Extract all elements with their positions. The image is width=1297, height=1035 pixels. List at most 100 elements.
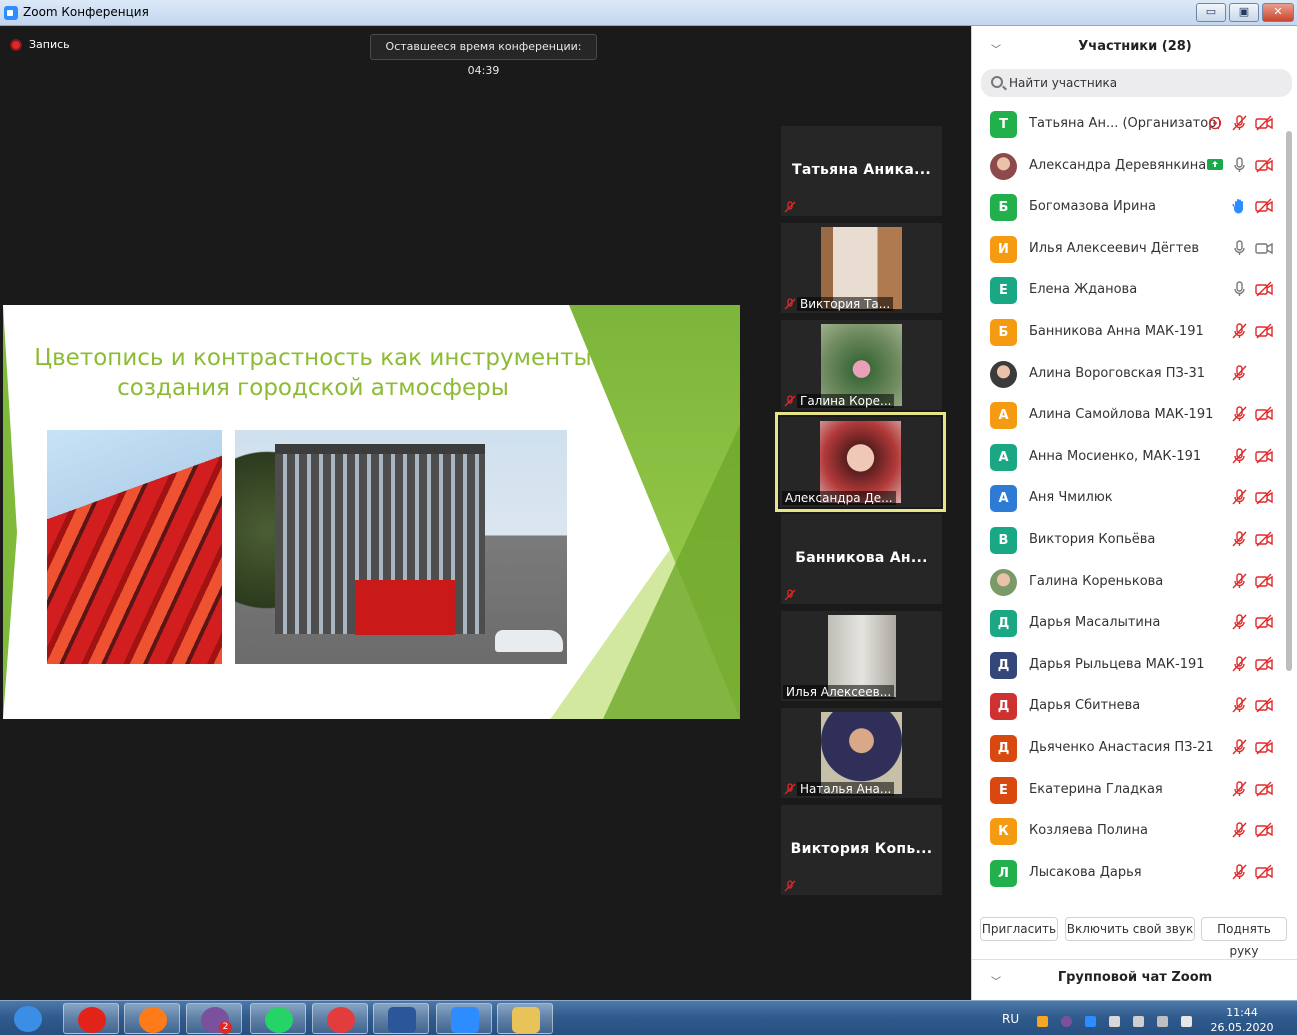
raised-hand-icon[interactable] <box>1230 197 1248 215</box>
video-off-icon[interactable] <box>1255 696 1273 714</box>
participant-row[interactable]: Е Елена Жданова <box>972 269 1284 310</box>
minimize-button[interactable]: ▭ <box>1196 3 1226 22</box>
video-off-icon[interactable] <box>1255 156 1273 174</box>
muted-mic-icon[interactable] <box>1230 821 1248 839</box>
tray-viber-icon[interactable] <box>1061 1016 1072 1027</box>
video-tile-active-speaker[interactable]: Александра Де... <box>775 412 946 512</box>
participant-row[interactable]: Александра Деревянкина <box>972 145 1284 186</box>
tray-zoom-icon[interactable] <box>1085 1016 1096 1027</box>
video-off-icon[interactable] <box>1255 863 1273 881</box>
video-tile[interactable]: Галина Коре... <box>781 320 942 410</box>
tray-device-icon[interactable] <box>1157 1016 1168 1027</box>
video-off-icon[interactable] <box>1255 488 1273 506</box>
video-tile[interactable]: Банникова Ан... <box>781 514 942 604</box>
participant-row[interactable]: Б Банникова Анна МАК-191 <box>972 311 1284 352</box>
muted-mic-icon[interactable] <box>1230 655 1248 673</box>
unmute-myself-button[interactable]: Включить свой звук <box>1065 917 1195 941</box>
participant-row[interactable]: Е Екатерина Гладкая <box>972 769 1284 810</box>
taskbar-yandex-button[interactable] <box>63 1003 119 1034</box>
video-off-icon[interactable] <box>1255 322 1273 340</box>
recording-indicator[interactable]: Запись <box>10 38 70 51</box>
scrollbar-thumb[interactable] <box>1286 131 1292 671</box>
participant-row[interactable]: Д Дьяченко Анастасия ПЗ-21 <box>972 727 1284 768</box>
word-icon <box>388 1007 416 1033</box>
host-icon[interactable] <box>1206 114 1224 132</box>
group-chat-header[interactable]: ﹀ Групповой чат Zoom <box>972 959 1297 999</box>
muted-mic-icon[interactable] <box>1230 613 1248 631</box>
video-off-icon[interactable] <box>1255 780 1273 798</box>
participant-row[interactable]: Д Дарья Рыльцева МАК-191 <box>972 644 1284 685</box>
muted-mic-icon[interactable] <box>1230 572 1248 590</box>
taskbar-clock-app-button[interactable] <box>312 1003 368 1034</box>
participant-list-scrollbar[interactable] <box>1285 106 1293 916</box>
video-off-icon[interactable] <box>1255 821 1273 839</box>
participant-row[interactable]: И Илья Алексеевич Дёгтев <box>972 228 1284 269</box>
muted-mic-icon[interactable] <box>1230 364 1248 382</box>
slide-photo-building <box>235 430 567 664</box>
mic-icon[interactable] <box>1230 280 1248 298</box>
invite-button[interactable]: Пригласить <box>980 917 1058 941</box>
muted-mic-icon[interactable] <box>1230 780 1248 798</box>
video-off-icon[interactable] <box>1255 613 1273 631</box>
participant-search-input[interactable] <box>1009 73 1279 93</box>
participant-row[interactable]: А Алина Самойлова МАК-191 <box>972 394 1284 435</box>
muted-mic-icon[interactable] <box>1230 447 1248 465</box>
participant-row[interactable]: А Аня Чмилюк <box>972 477 1284 518</box>
tray-flag-icon[interactable] <box>1181 1016 1192 1027</box>
raise-hand-button[interactable]: Поднять руку <box>1201 917 1287 958</box>
language-indicator[interactable]: RU <box>1002 1012 1019 1026</box>
video-off-icon[interactable] <box>1255 405 1273 423</box>
participant-row[interactable]: Алина Вороговская ПЗ-31 <box>972 353 1284 394</box>
video-off-icon[interactable] <box>1255 447 1273 465</box>
video-on-icon[interactable] <box>1255 239 1273 257</box>
maximize-button[interactable]: ▣ <box>1229 3 1259 22</box>
muted-mic-icon[interactable] <box>1230 696 1248 714</box>
muted-mic-icon[interactable] <box>1230 488 1248 506</box>
participant-row[interactable]: Л Лысакова Дарья <box>972 852 1284 893</box>
video-off-icon[interactable] <box>1255 280 1273 298</box>
close-button[interactable]: ✕ <box>1262 3 1294 22</box>
taskbar-zoom-button[interactable] <box>436 1003 492 1034</box>
clock-date: 26.05.2020 <box>1210 1021 1274 1034</box>
taskbar-explorer-button[interactable] <box>497 1003 553 1034</box>
video-tile[interactable]: Наталья Ана... <box>781 708 942 798</box>
taskbar-viber-button[interactable]: 2 <box>186 1003 242 1034</box>
video-tile[interactable]: Виктория Та... <box>781 223 942 313</box>
muted-mic-icon[interactable] <box>1230 405 1248 423</box>
participant-search[interactable] <box>981 69 1292 97</box>
video-off-icon[interactable] <box>1255 114 1273 132</box>
tray-app-icon[interactable] <box>1037 1016 1048 1027</box>
tray-network-icon[interactable] <box>1109 1016 1120 1027</box>
muted-mic-icon[interactable] <box>1230 530 1248 548</box>
participant-row[interactable]: Б Богомазова Ирина <box>972 186 1284 227</box>
video-tile[interactable]: Илья Алексеев... <box>781 611 942 701</box>
taskbar-start-button[interactable] <box>0 1003 56 1034</box>
tray-volume-icon[interactable] <box>1133 1016 1144 1027</box>
taskbar-word-button[interactable] <box>373 1003 429 1034</box>
participant-row[interactable]: Д Дарья Сбитнева <box>972 685 1284 726</box>
taskbar-whatsapp-button[interactable] <box>250 1003 306 1034</box>
participant-row[interactable]: А Анна Мосиенко, МАК-191 <box>972 436 1284 477</box>
muted-mic-icon[interactable] <box>1230 322 1248 340</box>
participant-row[interactable]: Д Дарья Масалытина <box>972 602 1284 643</box>
participant-row[interactable]: В Виктория Копьёва <box>972 519 1284 560</box>
screen-share-icon[interactable] <box>1206 156 1224 174</box>
muted-mic-icon[interactable] <box>1230 863 1248 881</box>
mic-icon[interactable] <box>1230 156 1248 174</box>
muted-mic-icon[interactable] <box>1230 114 1248 132</box>
participant-row[interactable]: Т Татьяна Ан... (Организатор) <box>972 103 1284 144</box>
tile-name: Александра Де... <box>782 491 896 505</box>
video-off-icon[interactable] <box>1255 197 1273 215</box>
participant-row[interactable]: К Козляева Полина <box>972 810 1284 851</box>
video-off-icon[interactable] <box>1255 530 1273 548</box>
video-off-icon[interactable] <box>1255 738 1273 756</box>
video-off-icon[interactable] <box>1255 655 1273 673</box>
mic-icon[interactable] <box>1230 239 1248 257</box>
muted-mic-icon[interactable] <box>1230 738 1248 756</box>
video-off-icon[interactable] <box>1255 572 1273 590</box>
taskbar-clock[interactable]: 11:44 26.05.2020 <box>1210 1005 1274 1035</box>
taskbar-firefox-button[interactable] <box>124 1003 180 1034</box>
participant-row[interactable]: Галина Коренькова <box>972 561 1284 602</box>
video-tile[interactable]: Татьяна Аника... <box>781 126 942 216</box>
video-tile[interactable]: Виктория Копь... <box>781 805 942 895</box>
